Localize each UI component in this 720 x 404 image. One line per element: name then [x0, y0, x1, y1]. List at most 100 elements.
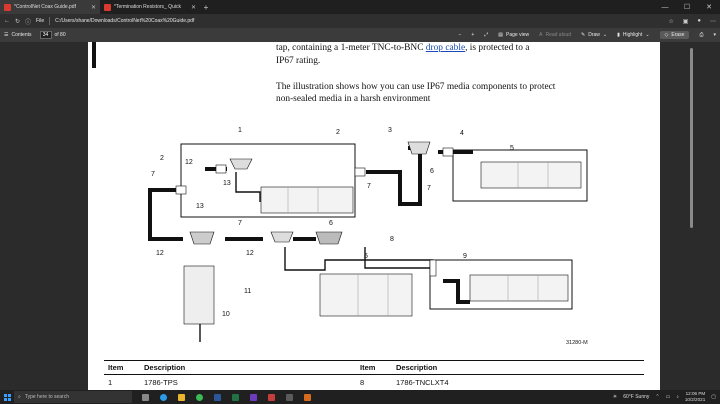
save-icon: ▾ [713, 32, 716, 38]
table-rule [104, 374, 644, 375]
chevron-down-icon[interactable]: ⌄ [645, 32, 649, 38]
chrome-icon[interactable] [192, 391, 206, 403]
refresh-icon[interactable]: ↻ [15, 18, 20, 25]
read-aloud-label: Read aloud [545, 32, 572, 38]
connector-d [442, 147, 454, 157]
favorites-icon[interactable]: ☆ [668, 18, 673, 25]
app-icon[interactable] [282, 391, 296, 403]
trunk-cable-right [366, 146, 422, 206]
zoom-in-button[interactable]: + [471, 32, 474, 38]
callout-13: 13 [223, 180, 231, 187]
info-icon[interactable]: ⓘ [25, 17, 31, 26]
callout-6: 6 [430, 168, 434, 175]
page-number-input[interactable]: 34 [39, 31, 52, 39]
collections-icon[interactable]: ▣ [683, 18, 689, 25]
pen-icon: ✎ [581, 32, 586, 38]
edge-icon[interactable] [156, 391, 170, 403]
tab-title: *Termination Resistors_ Quick [114, 4, 181, 10]
tab-title: *ControlNet Coax Guide.pdf [14, 4, 76, 10]
volume-icon[interactable]: ♪ [676, 394, 679, 400]
tab-controlnet-guide[interactable]: *ControlNet Coax Guide.pdf ✕ [0, 0, 100, 14]
notifications-icon[interactable]: ▢ [711, 394, 716, 400]
app-icon[interactable] [246, 391, 260, 403]
taskbar-search[interactable]: ⌕ Type here to search [14, 391, 132, 403]
callout-10: 10 [222, 311, 230, 318]
connector-a [175, 185, 187, 195]
callout-3: 3 [388, 127, 392, 134]
tab-termination-resistors[interactable]: *Termination Resistors_ Quick ✕ [100, 0, 200, 14]
save-button[interactable]: ▾ [713, 32, 716, 38]
minimize-button[interactable]: — [654, 0, 676, 14]
scrollbar-thumb[interactable] [690, 48, 693, 228]
tap-connector-5 [407, 141, 431, 155]
draw-label: Draw [588, 32, 600, 38]
callout-7b: 7 [367, 183, 371, 190]
app-icon[interactable] [264, 391, 278, 403]
close-window-button[interactable]: ✕ [698, 0, 720, 14]
plus-icon: + [471, 32, 475, 38]
erase-button[interactable]: ◇ Erase [659, 31, 690, 39]
url-field[interactable]: C:/Users/shane/Downloads/ControlNet%20Co… [55, 18, 194, 24]
drop-line-down [284, 247, 433, 271]
vertical-link [364, 247, 430, 269]
more-icon[interactable]: ⋯ [710, 18, 716, 25]
read-aloud-button[interactable]: A Read aloud [539, 32, 571, 38]
page-view-button[interactable]: ▤ Page view [498, 32, 529, 38]
tap-connector-1 [229, 158, 253, 170]
new-tab-button[interactable]: + [200, 0, 212, 14]
maximize-button[interactable]: ☐ [676, 0, 698, 14]
highlight-label: Highlight [622, 32, 643, 38]
table-rule [104, 360, 644, 361]
callout-6b: 6 [329, 220, 333, 227]
figure-id: 31280-M [566, 340, 588, 346]
callout-4: 4 [460, 130, 464, 137]
highlight-button[interactable]: ▮ Highlight ⌄ [617, 32, 649, 38]
fit-page-button[interactable]: ⤢ [484, 32, 488, 38]
table-header: Item [108, 363, 124, 372]
pdf-viewer[interactable]: tap, containing a 1-meter TNC-to-BNC dro… [0, 42, 720, 390]
callout-12b: 12 [156, 250, 164, 257]
highlighter-icon: ▮ [617, 32, 620, 38]
callout-1: 1 [238, 127, 242, 134]
print-button[interactable]: ⎙ [699, 32, 703, 38]
contents-button[interactable]: ☰ Contents [4, 32, 32, 38]
zoom-out-button[interactable]: − [458, 32, 461, 38]
chevron-up-icon[interactable]: ⌃ [655, 394, 659, 400]
pdf-icon [4, 3, 11, 11]
coupler-9 [429, 259, 437, 277]
table-header: Description [396, 363, 438, 372]
word-icon[interactable] [210, 391, 224, 403]
contents-icon: ☰ [4, 32, 9, 38]
app-icon[interactable] [300, 391, 314, 403]
windows-icon [3, 393, 11, 401]
address-bar: ← ↻ ⓘ File C:/Users/shane/Downloads/Cont… [0, 14, 720, 28]
table-cell: 8 [360, 378, 365, 387]
start-button[interactable] [0, 390, 14, 404]
profile-icon[interactable]: ● [697, 18, 701, 25]
clock[interactable]: 12:06 PM 10/2/2021 [685, 391, 705, 403]
excel-icon[interactable] [228, 391, 242, 403]
close-tab-icon[interactable]: ✕ [191, 4, 196, 11]
date: 10/2/2021 [684, 397, 706, 402]
tap-connector-3 [270, 231, 294, 243]
plc-chassis-1 [260, 186, 354, 214]
draw-button[interactable]: ✎ Draw ⌄ [581, 32, 607, 38]
file-explorer-icon[interactable] [174, 391, 188, 403]
callout-2: 2 [336, 129, 340, 136]
trunk-cable-left [148, 188, 183, 241]
vertical-scrollbar[interactable] [688, 42, 694, 390]
weather-text[interactable]: 60°F Sunny [623, 394, 649, 400]
callout-5: 5 [510, 145, 514, 152]
read-aloud-icon: A [539, 32, 543, 38]
task-view-icon[interactable] [138, 391, 152, 403]
network-icon[interactable]: ▭ [666, 394, 671, 400]
close-tab-icon[interactable]: ✕ [91, 4, 96, 11]
pdf-toolbar: ☰ Contents 34 of 80 − + ⤢ ▤ Page view A … [0, 28, 720, 42]
print-icon: ⎙ [699, 32, 704, 38]
page-total: of 80 [54, 32, 66, 38]
callout-9: 9 [463, 253, 467, 260]
back-icon[interactable]: ← [4, 18, 10, 24]
callout-7: 7 [151, 171, 155, 178]
drop-cable-bottom [443, 279, 470, 304]
chevron-down-icon[interactable]: ⌄ [603, 32, 607, 38]
